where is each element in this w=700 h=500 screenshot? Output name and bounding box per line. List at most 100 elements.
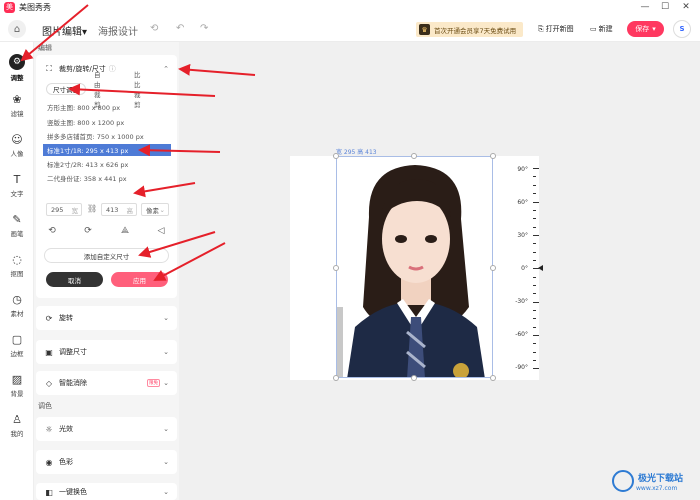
rotate-right-icon[interactable]: ⟳ (82, 225, 94, 237)
light-effect-card: ☼ 光效 ⌄ (36, 417, 177, 441)
smart-erase-section-header[interactable]: ◇ 智能消除 限免 ⌄ (36, 371, 177, 395)
link-ratio-icon[interactable]: ⛓ (87, 204, 97, 213)
tab-image-edit[interactable]: 图片编辑▾ (42, 23, 87, 38)
watermark-logo-icon (612, 470, 634, 492)
rail-item-background[interactable]: ▨ 背景 (0, 372, 34, 406)
chevron-down-icon: ⌄ (163, 314, 169, 322)
add-custom-size-button[interactable]: 添加自定义尺寸 (44, 248, 169, 263)
cutout-icon: ◌ (12, 252, 22, 266)
resize-handle[interactable] (333, 153, 339, 159)
background-icon: ▨ (11, 372, 23, 386)
rotate-icon: ⟳ (45, 313, 53, 323)
chevron-down-icon: ⌄ (163, 348, 169, 356)
preset-item[interactable]: 竖版主图: 800 x 1200 px (43, 116, 171, 128)
rail-item-mine[interactable]: ♙ 我的 (0, 412, 34, 446)
flip-horizontal-icon[interactable]: ⟁ (119, 225, 131, 237)
rotate-section-header[interactable]: ⟳ 旋转 ⌄ (36, 306, 177, 330)
rail-item-brush[interactable]: ✎ 画笔 (0, 212, 34, 246)
rotate-card: ⟳ 旋转 ⌄ (36, 306, 177, 330)
save-button[interactable]: 保存 ▾ (627, 21, 664, 37)
width-input[interactable]: 295 宽 (46, 203, 82, 216)
chevron-down-icon: ⌄ (163, 379, 169, 387)
rail-item-filter[interactable]: ❀ 滤镜 (0, 92, 34, 126)
ruler-label: -60° (515, 331, 528, 338)
id-photo[interactable] (336, 156, 493, 378)
resize-handle[interactable] (490, 153, 496, 159)
ruler-label: 90° (517, 166, 528, 173)
app-title: 美图秀秀 (19, 2, 51, 12)
new-button[interactable]: ▭ 新建 (590, 24, 613, 34)
resize-handle[interactable] (411, 375, 417, 381)
tab-free-crop[interactable]: 自由裁剪 (88, 71, 107, 109)
rail-item-portrait[interactable]: ☺ 人像 (0, 132, 34, 166)
preset-item[interactable]: 标准2寸/2R: 413 x 626 px (43, 158, 171, 170)
rail-item-border[interactable]: ▢ 边框 (0, 332, 34, 366)
chevron-down-icon: ▾ (652, 25, 656, 33)
undo-icon[interactable]: ↶ (176, 23, 184, 34)
tab-size-adjust[interactable]: 尺寸调整 (46, 83, 86, 95)
color-section-header[interactable]: ◉ 色彩 ⌄ (36, 450, 177, 474)
preset-item[interactable]: 方形主图: 800 x 800 px (43, 101, 171, 113)
portrait-icon: ☺ (11, 132, 23, 146)
preset-item[interactable]: 二代身份证: 358 x 441 px (43, 172, 171, 184)
preset-item-selected[interactable]: 标准1寸/1R: 295 x 413 px (43, 144, 171, 156)
rail-item-text[interactable]: T 文字 (0, 172, 34, 206)
ruler-label: 30° (517, 232, 528, 239)
apply-button[interactable]: 应用 (111, 272, 168, 287)
adjust-icon: ⚙ (9, 54, 25, 70)
info-icon: ⓘ (108, 65, 116, 73)
crop-section-header[interactable]: ⛶ 裁剪/旋转/尺寸 ⓘ ⌃ (36, 57, 177, 81)
tool-rail: ⚙ 调整 ❀ 滤镜 ☺ 人像 T 文字 ✎ 画笔 ◌ 抠图 ◷ 素材 ▢ 边框 … (0, 42, 34, 500)
rail-item-adjust[interactable]: ⚙ 调整 (0, 54, 34, 88)
chevron-down-icon: ⌄ (159, 205, 165, 214)
user-icon: ♙ (12, 412, 22, 426)
chevron-down-icon: ⌄ (163, 488, 169, 496)
resize-handle[interactable] (490, 375, 496, 381)
home-icon: ⌂ (13, 23, 21, 35)
history-icon[interactable]: ⟲ (150, 23, 158, 34)
cancel-button[interactable]: 取消 (46, 272, 103, 287)
light-effect-section-header[interactable]: ☼ 光效 ⌄ (36, 417, 177, 441)
ruler-label: 60° (517, 199, 528, 206)
resize-handle[interactable] (333, 265, 339, 271)
tab-ratio-crop[interactable]: 比比裁剪 (128, 71, 147, 109)
resize-card: ▣ 调整尺寸 ⌄ (36, 340, 177, 364)
new-file-icon: ▭ (590, 25, 597, 33)
chevron-up-icon: ⌃ (163, 65, 169, 73)
rotate-left-icon[interactable]: ⟲ (46, 225, 58, 237)
app-logo: 美 (4, 1, 15, 13)
ruler-pointer-icon[interactable] (538, 265, 543, 271)
height-input[interactable]: 413 高 (101, 203, 137, 216)
free-badge: 限免 (147, 379, 160, 387)
tab-poster-design[interactable]: 海报设计 (98, 23, 138, 38)
eraser-icon: ◇ (45, 378, 53, 388)
redo-icon[interactable]: ↷ (200, 23, 208, 34)
close-button[interactable]: ✕ (677, 1, 695, 13)
rail-item-cutout[interactable]: ◌ 抠图 (0, 252, 34, 286)
minimize-button[interactable]: — (636, 1, 654, 13)
home-button[interactable]: ⌂ (8, 20, 26, 38)
ruler-label: -30° (515, 298, 528, 305)
open-new-image-button[interactable]: ⎘ 打开新图 (538, 24, 574, 34)
maximize-button[interactable]: ☐ (656, 1, 674, 13)
resize-section-header[interactable]: ▣ 调整尺寸 ⌄ (36, 340, 177, 364)
resize-handle[interactable] (411, 153, 417, 159)
chevron-down-icon: ⌄ (163, 425, 169, 433)
resize-handle[interactable] (490, 265, 496, 271)
avatar[interactable]: S (673, 20, 691, 38)
ruler-label: 0° (521, 265, 528, 272)
open-image-icon: ⎘ (538, 24, 544, 33)
panel-heading: 编辑 (38, 44, 52, 52)
unit-select[interactable]: 像素 ⌄ (141, 203, 169, 216)
rail-item-material[interactable]: ◷ 素材 (0, 292, 34, 326)
flip-vertical-icon[interactable]: ◁ (155, 225, 167, 237)
palette-icon: ◉ (45, 457, 53, 467)
vip-promo-banner[interactable]: ♛ 首次开通会员享7天免费试用 (416, 22, 523, 37)
filter-icon: ❀ (12, 92, 22, 106)
recolor-section-header[interactable]: ◧ 一键换色 ⌄ (36, 480, 177, 500)
resize-handle[interactable] (333, 375, 339, 381)
text-icon: T (13, 172, 21, 186)
preset-item[interactable]: 拼多多店铺首页: 750 x 1000 px (43, 130, 171, 142)
crop-icon: ⛶ (46, 64, 52, 73)
ruler-label: -90° (515, 364, 528, 371)
